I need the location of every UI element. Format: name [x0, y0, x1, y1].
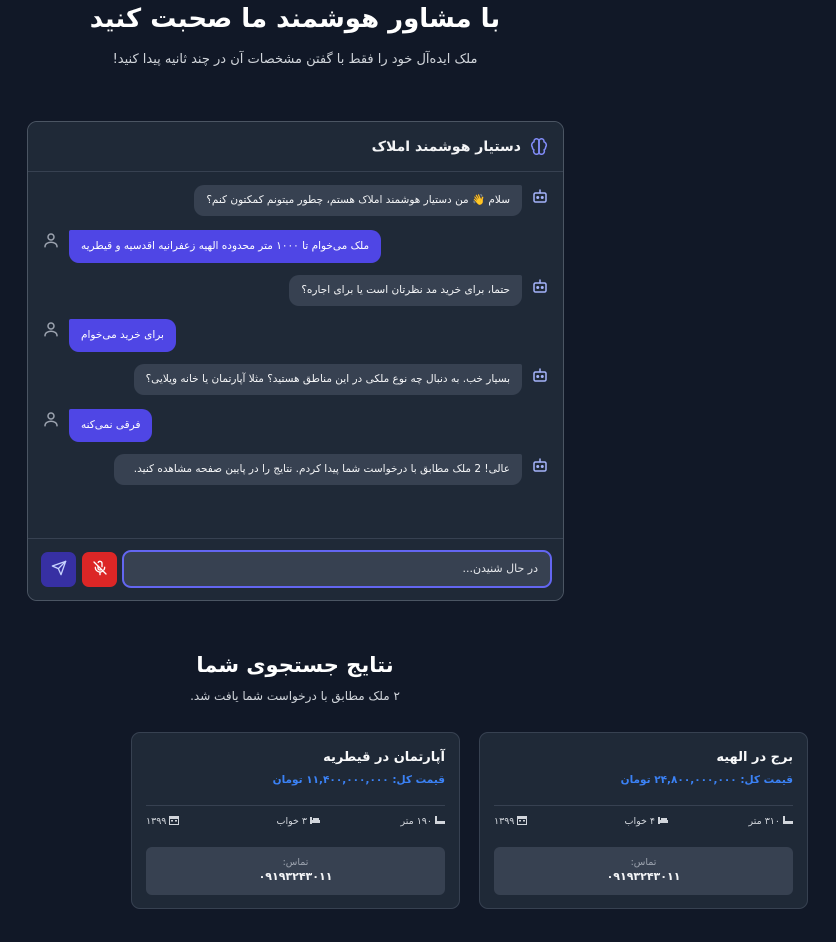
- chat-input[interactable]: در حال شنیدن...: [122, 550, 552, 588]
- chat-panel: دستیار هوشمند املاک سلام 👋 من دستیار هوش…: [27, 121, 564, 601]
- feature-area: ۱۹۰ متر: [400, 815, 445, 828]
- bot-icon: [531, 277, 549, 299]
- send-button[interactable]: [41, 552, 76, 587]
- bot-message: سلام 👋 من دستیار هوشمند املاک هستم، چطور…: [194, 185, 522, 216]
- divider: [494, 805, 793, 806]
- results-title: نتایج جستجوی شما: [196, 653, 394, 677]
- contact-label: تماس:: [282, 857, 309, 868]
- bot-icon: [531, 366, 549, 388]
- bot-message: بسیار خب. به دنبال چه نوع ملکی در این من…: [133, 364, 522, 395]
- calendar-icon: [517, 815, 528, 828]
- page-title: با مشاور هوشمند ما صحبت کنید: [89, 4, 501, 34]
- property-title: آپارتمان در قیطریه: [323, 750, 445, 765]
- bot-message: عالی! 2 ملک مطابق با درخواست شما پیدا کر…: [114, 454, 522, 485]
- bed-icon: [658, 815, 668, 828]
- contact-phone[interactable]: ۰۹۱۹۳۲۴۳۰۱۱: [146, 870, 445, 883]
- mic-button[interactable]: [82, 552, 117, 587]
- bed-icon: [310, 815, 320, 828]
- feature-year: ۱۳۹۹: [146, 815, 180, 828]
- calendar-icon: [169, 815, 180, 828]
- user-icon: [42, 410, 60, 432]
- message-text: سلام 👋 من دستیار هوشمند املاک هستم، چطور…: [194, 185, 522, 216]
- message-list: سلام 👋 من دستیار هوشمند املاک هستم، چطور…: [28, 173, 563, 539]
- property-card[interactable]: آپارتمان در قیطریه قیمت کل: ۱۱,۴۰۰,۰۰۰,۰…: [131, 732, 460, 909]
- feature-year: ۱۳۹۹: [494, 815, 528, 828]
- user-message: ملک می‌خوام تا ۱۰۰۰ متر محدوده الهیه زعف…: [69, 230, 382, 263]
- message-text: برای خرید می‌خوام: [69, 319, 176, 352]
- feature-area: ۳۱۰ متر: [748, 815, 793, 828]
- message-text: حتما، برای خرید مد نظرتان است یا برای اج…: [289, 275, 522, 306]
- contact-box: تماس: ۰۹۱۹۳۲۴۳۰۱۱: [494, 847, 793, 895]
- message-text: بسیار خب. به دنبال چه نوع ملکی در این من…: [133, 364, 522, 395]
- page-subtitle: ملک ایده‌آل خود را فقط با گفتن مشخصات آن…: [112, 52, 478, 67]
- chat-title: دستیار هوشمند املاک: [371, 138, 521, 155]
- bot-icon: [531, 187, 549, 209]
- send-icon: [51, 560, 67, 580]
- feature-beds: ۳ خواب: [277, 815, 320, 828]
- results-subtitle: ۲ ملک مطابق با درخواست شما یافت شد.: [190, 689, 400, 703]
- bot-message: حتما، برای خرید مد نظرتان است یا برای اج…: [289, 275, 522, 306]
- user-message: برای خرید می‌خوام: [69, 319, 176, 352]
- feature-beds: ۴ خواب: [625, 815, 668, 828]
- property-title: برج در الهیه: [716, 750, 793, 765]
- user-icon: [42, 320, 60, 342]
- property-price: قیمت کل: ۱۱,۴۰۰,۰۰۰,۰۰۰ تومان: [272, 774, 445, 786]
- user-icon: [42, 231, 60, 253]
- area-icon: [435, 815, 445, 828]
- divider: [146, 805, 445, 806]
- brain-icon: [529, 137, 549, 157]
- bot-icon: [531, 456, 549, 478]
- chat-footer: در حال شنیدن...: [28, 538, 563, 600]
- contact-phone[interactable]: ۰۹۱۹۳۲۴۳۰۱۱: [494, 870, 793, 883]
- contact-box: تماس: ۰۹۱۹۳۲۴۳۰۱۱: [146, 847, 445, 895]
- property-card[interactable]: برج در الهیه قیمت کل: ۲۴,۸۰۰,۰۰۰,۰۰۰ توم…: [479, 732, 808, 909]
- property-features: ۱۹۰ متر ۳ خواب ۱۳۹۹: [146, 815, 445, 831]
- user-message: فرقی نمی‌کنه: [69, 409, 153, 442]
- message-text: فرقی نمی‌کنه: [69, 409, 153, 442]
- chat-header: دستیار هوشمند املاک: [28, 122, 563, 172]
- message-text: عالی! 2 ملک مطابق با درخواست شما پیدا کر…: [114, 454, 522, 485]
- property-features: ۳۱۰ متر ۴ خواب ۱۳۹۹: [494, 815, 793, 831]
- property-price: قیمت کل: ۲۴,۸۰۰,۰۰۰,۰۰۰ تومان: [620, 774, 793, 786]
- mic-off-icon: [92, 560, 108, 580]
- message-text: ملک می‌خوام تا ۱۰۰۰ متر محدوده الهیه زعف…: [69, 230, 382, 263]
- contact-label: تماس:: [630, 857, 657, 868]
- area-icon: [783, 815, 793, 828]
